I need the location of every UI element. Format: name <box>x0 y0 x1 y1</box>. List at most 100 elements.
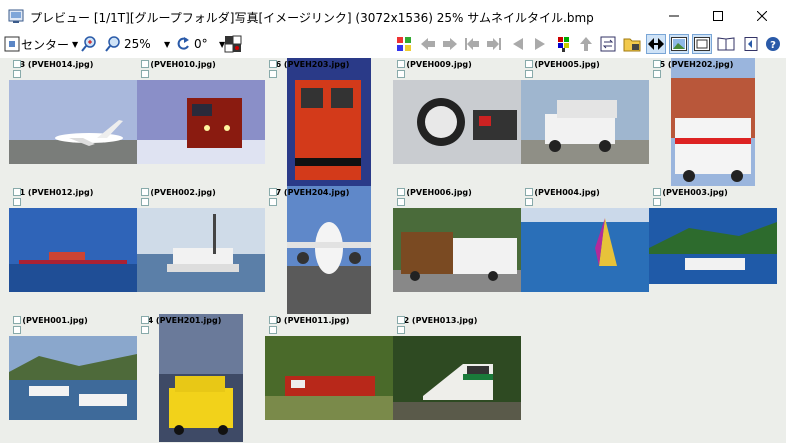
book-view-button[interactable] <box>716 34 736 54</box>
fullscreen-button[interactable] <box>692 34 712 54</box>
color-palette-button[interactable] <box>554 34 574 54</box>
thumbnail-tile[interactable]: 16 (PVEH203.jpg) <box>265 58 393 186</box>
center-dropdown[interactable]: センター ▼ <box>3 34 78 54</box>
zoom-in-button[interactable] <box>80 34 98 54</box>
rotate-icon <box>177 37 189 50</box>
link-icon <box>13 198 21 206</box>
thumbnail-tile[interactable]: 2 (PVEH001.jpg) <box>9 314 137 442</box>
upload-button[interactable] <box>576 34 596 54</box>
thumbnail-tile[interactable]: 8 (PVEH009.jpg) <box>393 58 521 186</box>
link-icon <box>141 326 149 334</box>
file-icon <box>525 188 533 196</box>
svg-text:?: ? <box>770 40 776 51</box>
link-icon <box>269 326 277 334</box>
link-icon <box>397 326 405 334</box>
screen-icon <box>694 37 710 51</box>
file-icon <box>269 316 277 324</box>
link-icon <box>653 198 661 206</box>
fit-width-button[interactable] <box>646 34 666 54</box>
marina-yachts-thumbnail-image <box>9 336 137 420</box>
thumbnail-tile[interactable]: 6 (PVEH005.jpg) <box>521 58 649 186</box>
windsurfer-thumbnail-image <box>521 208 649 292</box>
thumbnail-caption: 4 (PVEH003.jpg) <box>654 188 728 197</box>
thumbnail-tile[interactable]: 14 (PVEH201.jpg) <box>137 314 265 442</box>
help-button[interactable]: ? <box>763 34 783 54</box>
airplane-thumbnail-image <box>9 80 137 164</box>
thumbnail-tile[interactable]: 13 (PVEH014.jpg) <box>9 58 137 186</box>
page-back-button[interactable] <box>740 34 760 54</box>
color-settings-button[interactable] <box>224 34 242 54</box>
ferry-thumbnail-image <box>649 208 777 284</box>
thumbnail-tile[interactable]: 3 (PVEH002.jpg) <box>137 186 265 314</box>
thumbnail-tile[interactable]: 4 (PVEH003.jpg) <box>649 186 777 314</box>
thumbnail-tile[interactable]: 9 (PVEH010.jpg) <box>137 58 265 186</box>
file-icon <box>13 188 21 196</box>
folder-button[interactable] <box>622 34 642 54</box>
thumbnail-caption: 11 (PVEH012.jpg) <box>14 188 94 197</box>
file-icon <box>13 316 21 324</box>
image-view-button[interactable] <box>669 34 689 54</box>
thumbnail-tile[interactable]: 7 (PVEH006.jpg) <box>393 186 521 314</box>
thumbnail-caption: 17 (PVEH204.jpg) <box>270 188 350 197</box>
first-button[interactable] <box>462 34 482 54</box>
thumbnail-caption: 6 (PVEH005.jpg) <box>526 60 600 69</box>
image-settings-icon <box>224 35 242 53</box>
last-page-icon <box>487 38 501 50</box>
book-icon <box>717 37 735 51</box>
jet-front-thumbnail-image <box>287 186 371 314</box>
file-icon <box>13 60 21 68</box>
thumbnail-caption: 7 (PVEH006.jpg) <box>398 188 472 197</box>
thumbnail-caption: 8 (PVEH009.jpg) <box>398 60 472 69</box>
thumbnail-caption: 13 (PVEH014.jpg) <box>14 60 94 69</box>
file-icon <box>269 60 277 68</box>
taxi-thumbnail-image <box>159 314 243 442</box>
fit-center-icon <box>4 36 20 52</box>
first-page-icon <box>465 38 479 50</box>
link-icon <box>525 198 533 206</box>
close-button[interactable] <box>740 0 784 32</box>
next-image-button[interactable] <box>530 34 550 54</box>
chevron-down-icon: ▼ <box>72 39 79 49</box>
thumbnail-tile[interactable]: 11 (PVEH012.jpg) <box>9 186 137 314</box>
thumbnail-tile[interactable]: 15 (PVEH202.jpg) <box>649 58 777 186</box>
arrow-right-icon <box>443 38 457 50</box>
link-icon <box>13 70 21 78</box>
horizontal-arrows-icon <box>648 38 664 50</box>
toolbar: センター ▼ 25% ▼ 0° ▼ ? <box>0 32 786 56</box>
white-truck-thumbnail-image <box>521 80 649 164</box>
trolley-bus-thumbnail-image <box>393 208 521 292</box>
link-icon <box>141 70 149 78</box>
next-button[interactable] <box>440 34 460 54</box>
folder-icon <box>623 38 641 52</box>
rotate-dropdown[interactable]: 0° ▼ <box>174 34 225 54</box>
link-icon <box>397 198 405 206</box>
thumbnail-tile[interactable]: 12 (PVEH013.jpg) <box>393 314 521 442</box>
palette-icon <box>558 37 569 52</box>
prev-image-button[interactable] <box>508 34 528 54</box>
link-icon <box>525 70 533 78</box>
maximize-button[interactable] <box>696 0 740 32</box>
thumbnail-caption: 10 (PVEH011.jpg) <box>270 316 350 325</box>
thumbnail-caption: 9 (PVEH010.jpg) <box>142 60 216 69</box>
zoom-value: 25% <box>124 37 151 51</box>
thumbnail-grid: 13 (PVEH014.jpg) 9 (PVEH010.jpg) 16 (PVE… <box>0 58 786 443</box>
express-train-thumbnail-image <box>393 336 521 420</box>
file-icon <box>397 316 405 324</box>
thumbnail-tile[interactable]: 17 (PVEH204.jpg) <box>265 186 393 314</box>
minimize-button[interactable] <box>652 0 696 32</box>
rotate-value: 0° <box>194 37 208 51</box>
triangle-left-icon <box>513 38 523 50</box>
file-icon <box>653 60 661 68</box>
swap-button[interactable] <box>598 34 618 54</box>
thumbnail-tile[interactable]: 10 (PVEH011.jpg) <box>265 314 393 442</box>
zoom-dropdown[interactable]: 25% ▼ <box>104 34 170 54</box>
thumbnail-caption: 12 (PVEH013.jpg) <box>398 316 478 325</box>
link-icon <box>269 70 277 78</box>
last-button[interactable] <box>484 34 504 54</box>
thumbnail-tile[interactable]: 5 (PVEH004.jpg) <box>521 186 649 314</box>
thumbnail-grid-button[interactable] <box>394 34 414 54</box>
minimize-icon <box>669 15 679 17</box>
prev-button[interactable] <box>418 34 438 54</box>
file-icon <box>141 316 149 324</box>
thumbnail-caption: 5 (PVEH004.jpg) <box>526 188 600 197</box>
